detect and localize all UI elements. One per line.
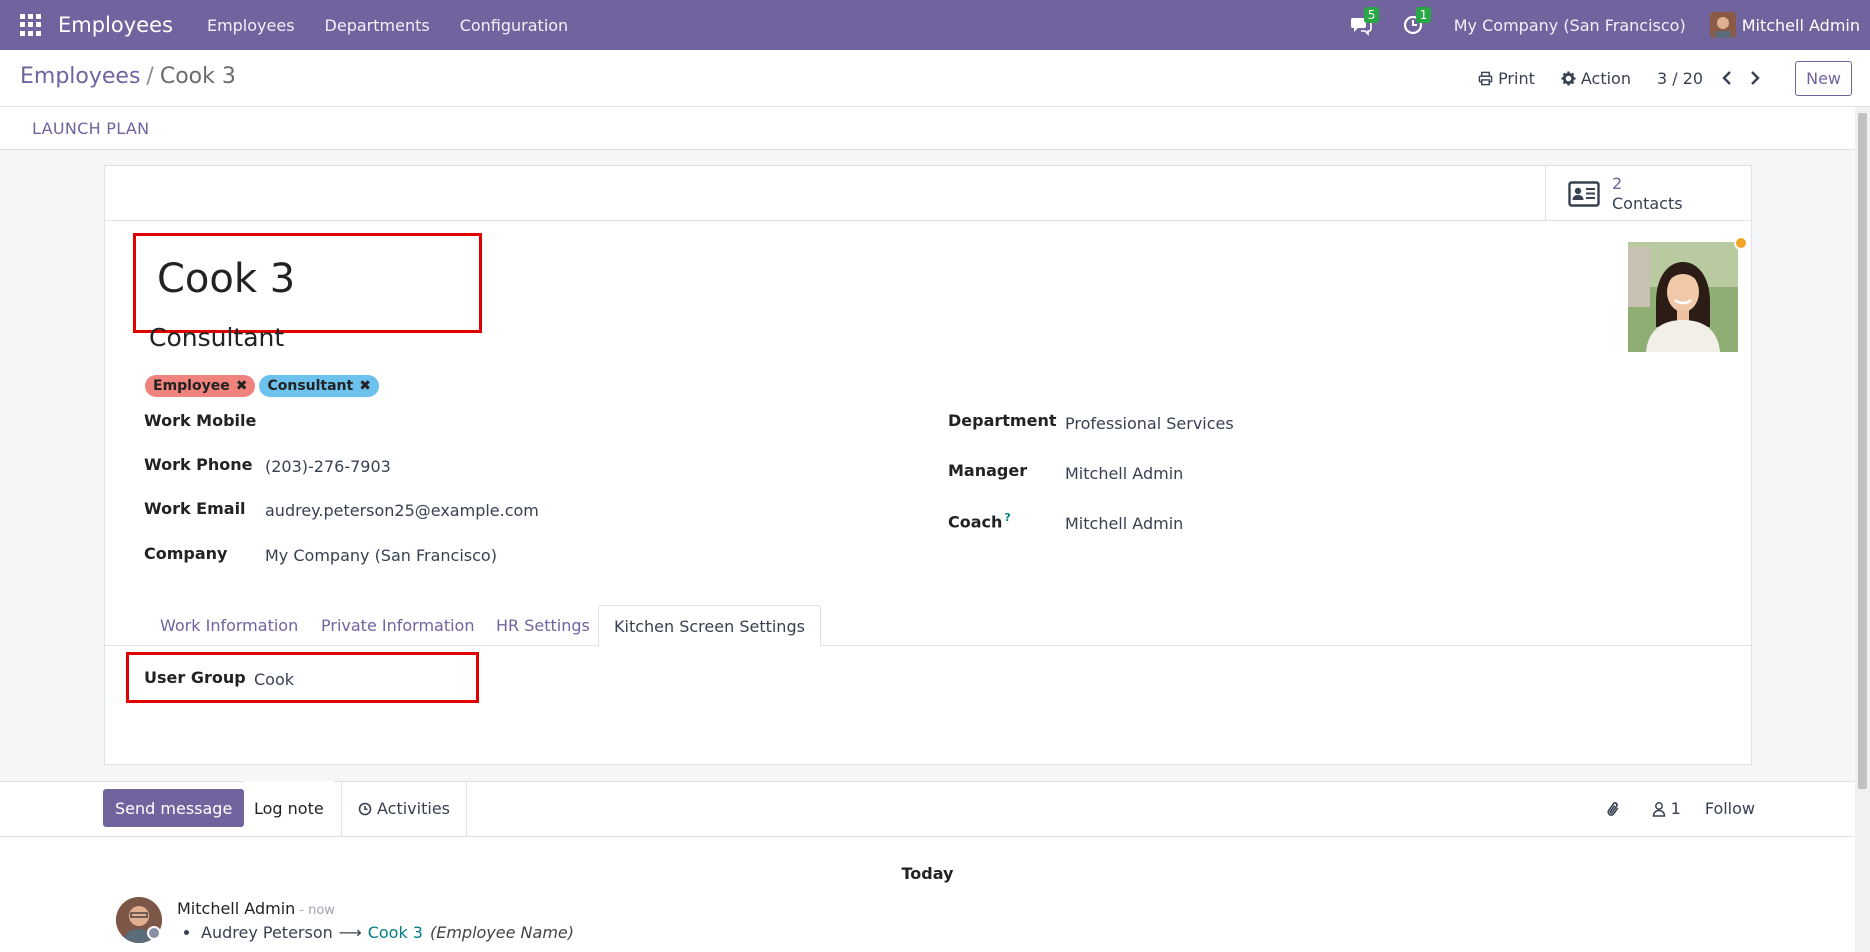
apps-menu-icon[interactable] [20,14,42,36]
tag-consultant-label: Consultant [267,378,354,394]
contacts-label: Contacts [1612,193,1683,213]
employee-photo[interactable] [1628,242,1738,352]
activities-badge: 1 [1415,7,1432,23]
coach-label: Coach? [948,511,1011,531]
presence-status-dot [1734,236,1748,250]
scrollbar-thumb[interactable] [1858,113,1867,789]
menu-configuration[interactable]: Configuration [460,16,569,35]
work-phone-input[interactable]: (203)-276-7903 [265,457,391,476]
company-switcher[interactable]: My Company (San Francisco) [1454,16,1686,35]
manager-input[interactable]: Mitchell Admin [1065,464,1183,483]
manager-label: Manager [948,461,1028,480]
coach-input[interactable]: Mitchell Admin [1065,514,1183,533]
breadcrumb: Employees / Cook 3 [20,64,236,89]
activities-button[interactable]: 1 [1402,7,1432,36]
action-button[interactable]: Action [1561,69,1631,88]
job-title-field[interactable]: Consultant [149,323,284,352]
department-input[interactable]: Professional Services [1065,414,1234,433]
print-label: Print [1498,68,1535,88]
department-label: Department [948,411,1057,430]
new-button[interactable]: New [1795,60,1852,96]
arrow-right-icon: ⟶ [338,923,362,942]
tags-field[interactable]: Employee ✖ Consultant ✖ [145,375,383,397]
employee-form-sheet: 2 Contacts Cook 3 Consultant Employee ✖ … [104,165,1752,765]
breadcrumb-employees[interactable]: Employees [20,64,140,89]
attachments-button[interactable] [1605,800,1627,818]
launch-plan-button[interactable]: LAUNCH PLAN [32,119,149,138]
tab-private-information[interactable]: Private Information [306,605,489,646]
tracking-field-name: (Employee Name) [429,923,574,942]
date-separator: Today [901,864,954,883]
work-email-input[interactable]: audrey.peterson25@example.com [265,501,539,520]
user-name: Mitchell Admin [1741,15,1860,35]
menu-employees[interactable]: Employees [207,16,295,35]
list-bullet [184,930,189,935]
breadcrumb-separator: / [146,64,154,89]
message-header: Mitchell Admin - now [177,899,335,918]
address-card-icon [1568,180,1600,207]
tab-hr-settings[interactable]: HR Settings [481,605,605,646]
pager-next-button[interactable] [1745,68,1765,88]
pager-previous-button[interactable] [1717,68,1737,88]
user-menu[interactable]: Mitchell Admin [1709,12,1860,38]
user-group-highlight-box [126,652,479,703]
control-panel: Employees / Cook 3 Print Action 3 / 20 New [0,50,1870,107]
pager-value[interactable]: 3 / 20 [1657,69,1703,88]
log-note-button[interactable]: Log note [244,781,334,836]
tracking-old-value: Audrey Peterson [201,923,333,942]
notebook-tabs: Work Information Private Information HR … [105,605,1751,647]
name-highlight-box [133,233,482,333]
main-navbar: Employees Employees Departments Configur… [0,0,1870,50]
chevron-right-icon [1751,71,1760,85]
print-icon [1478,71,1493,85]
message-time: - now [299,903,335,918]
chevron-left-icon [1722,71,1731,85]
activities-button-chatter[interactable]: Activities [341,781,467,836]
coach-help-icon[interactable]: ? [1004,511,1010,524]
paperclip-icon [1607,801,1619,816]
company-input[interactable]: My Company (San Francisco) [265,546,497,565]
followers-count: 1 [1670,799,1681,818]
remove-tag-employee-icon[interactable]: ✖ [236,378,248,394]
work-mobile-input[interactable] [265,411,645,433]
messages-badge: 5 [1363,7,1380,23]
user-icon [1652,801,1665,817]
activities-label: Activities [377,799,450,818]
clock-icon [358,802,372,815]
user-avatar [1709,12,1736,38]
author-presence-dot [147,926,161,940]
breadcrumb-current: Cook 3 [159,64,236,89]
gear-icon [1561,70,1576,86]
work-mobile-label: Work Mobile [144,411,257,430]
coach-label-text: Coach [948,512,1003,532]
message-author[interactable]: Mitchell Admin [177,899,295,918]
print-button[interactable]: Print [1478,69,1535,88]
company-label: Company [144,544,228,563]
contacts-count: 2 [1612,173,1623,193]
tracking-value-line: Audrey Peterson ⟶ Cook 3 (Employee Name) [184,923,574,942]
status-bar: LAUNCH PLAN [0,107,1855,150]
followers-button[interactable]: 1 [1651,799,1681,818]
button-box: 2 Contacts [105,166,1751,221]
tag-employee: Employee ✖ [145,375,256,397]
remove-tag-consultant-icon[interactable]: ✖ [359,378,371,394]
action-label: Action [1580,68,1631,88]
tab-work-information[interactable]: Work Information [145,605,313,646]
app-brand[interactable]: Employees [58,13,173,37]
contacts-smart-button[interactable]: 2 Contacts [1545,166,1751,221]
follow-button[interactable]: Follow [1705,799,1755,818]
work-email-label: Work Email [144,499,246,518]
tracking-new-value: Cook 3 [367,923,423,942]
tab-kitchen-screen-settings[interactable]: Kitchen Screen Settings [598,605,821,647]
tag-consultant: Consultant ✖ [259,375,379,397]
messages-button[interactable]: 5 [1350,7,1380,36]
work-phone-label: Work Phone [144,455,253,474]
send-message-button[interactable]: Send message [103,789,245,827]
tag-employee-label: Employee [153,378,230,394]
menu-departments[interactable]: Departments [325,16,430,35]
